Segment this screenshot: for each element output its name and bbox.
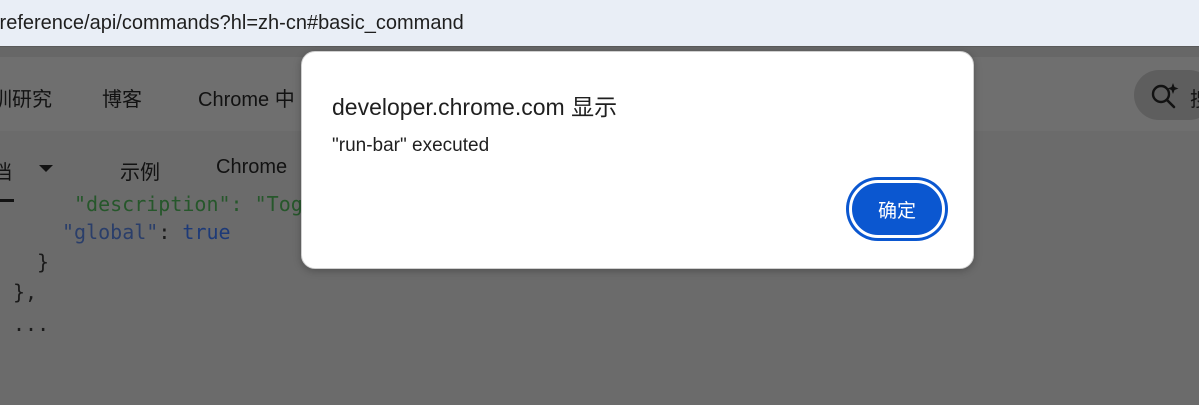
code-colon: : xyxy=(158,220,183,244)
sub-nav-docs[interactable]: 档 xyxy=(0,156,12,185)
sub-nav-chrome[interactable]: Chrome xyxy=(216,156,287,179)
sub-nav-examples[interactable]: 示例 xyxy=(120,156,160,185)
nav-item-chrome[interactable]: Chrome 中 xyxy=(198,83,295,112)
alert-dialog: developer.chrome.com 显示 "run-bar" execut… xyxy=(301,51,974,269)
code-line-brace-close: } xyxy=(37,250,50,274)
dialog-message: "run-bar" executed xyxy=(332,135,490,156)
code-line-global: "global": true xyxy=(62,220,231,244)
search-spark-icon xyxy=(1151,83,1179,109)
chevron-down-icon[interactable] xyxy=(39,165,53,172)
ok-button[interactable]: 确定 xyxy=(849,180,945,238)
address-bar[interactable]: /reference/api/commands?hl=zh-cn#basic_c… xyxy=(0,0,1199,47)
code-line-brace-comma: }, xyxy=(13,280,38,304)
url-text[interactable]: /reference/api/commands?hl=zh-cn#basic_c… xyxy=(0,12,464,35)
nav-item-research[interactable]: 训研究 xyxy=(0,83,52,112)
code-line-ellipsis: ... xyxy=(13,312,50,336)
code-line-description: "description": "Tog xyxy=(74,192,303,216)
dialog-title: developer.chrome.com 显示 xyxy=(332,94,618,120)
code-value-true: true xyxy=(182,220,231,244)
search-label: 搜 xyxy=(1190,83,1199,112)
search-button[interactable]: 搜 xyxy=(1134,70,1199,120)
code-key-global: "global" xyxy=(62,220,159,244)
nav-item-blog[interactable]: 博客 xyxy=(102,83,142,112)
